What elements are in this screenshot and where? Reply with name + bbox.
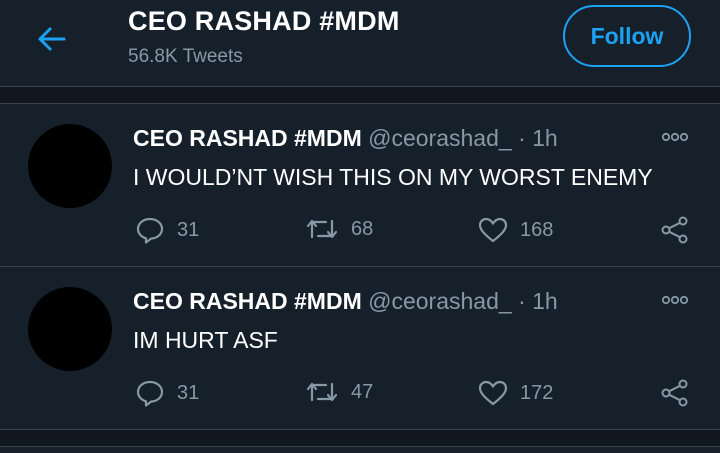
heart-icon bbox=[478, 380, 508, 406]
follow-button[interactable]: Follow bbox=[563, 5, 691, 67]
share-icon bbox=[661, 216, 688, 244]
retweet-button[interactable]: 47 bbox=[305, 379, 373, 405]
like-button[interactable]: 168 bbox=[478, 216, 553, 244]
retweet-icon bbox=[306, 382, 338, 402]
avatar[interactable] bbox=[28, 287, 112, 371]
author-handle[interactable]: @ceorashad_ bbox=[368, 125, 512, 151]
reply-count: 31 bbox=[177, 381, 200, 404]
share-icon bbox=[661, 379, 688, 407]
tweet-count: 56.8K Tweets bbox=[128, 46, 243, 67]
retweet-button[interactable]: 68 bbox=[305, 216, 373, 242]
more-options-icon[interactable] bbox=[660, 293, 690, 307]
retweet-count: 68 bbox=[351, 217, 374, 240]
reply-button[interactable]: 31 bbox=[135, 216, 199, 244]
heart-icon bbox=[478, 217, 508, 243]
profile-name-title: CEO RASHAD #MDM bbox=[128, 6, 400, 36]
author-name[interactable]: CEO RASHAD #MDM bbox=[133, 125, 362, 151]
tweet-meta: CEO RASHAD #MDM @ceorashad_ · 1h bbox=[133, 125, 558, 152]
divider-band bbox=[0, 86, 720, 104]
more-options-icon[interactable] bbox=[660, 130, 690, 144]
like-count: 168 bbox=[520, 218, 554, 241]
author-name[interactable]: CEO RASHAD #MDM bbox=[133, 288, 362, 314]
reply-count: 31 bbox=[177, 218, 200, 241]
reply-icon bbox=[136, 217, 164, 244]
divider-band bbox=[0, 429, 720, 447]
reply-icon bbox=[136, 380, 164, 407]
tweet-text: I WOULD’NT WISH THIS ON MY WORST ENEMY bbox=[133, 164, 653, 190]
share-button[interactable] bbox=[660, 216, 690, 244]
tweet-time: · 1h bbox=[511, 125, 558, 151]
avatar[interactable] bbox=[28, 124, 112, 208]
share-button[interactable] bbox=[660, 379, 690, 407]
like-button[interactable]: 172 bbox=[478, 379, 553, 407]
reply-button[interactable]: 31 bbox=[135, 379, 199, 407]
like-count: 172 bbox=[520, 381, 554, 404]
tweet-time: · 1h bbox=[511, 288, 558, 314]
back-arrow-icon[interactable] bbox=[36, 24, 68, 54]
profile-header: CEO RASHAD #MDM 56.8K Tweets Follow bbox=[0, 0, 720, 84]
tweet[interactable]: CEO RASHAD #MDM @ceorashad_ · 1h I WOULD… bbox=[0, 104, 720, 267]
tweet[interactable]: CEO RASHAD #MDM @ceorashad_ · 1h IM HURT… bbox=[0, 267, 720, 428]
tweet-text: IM HURT ASF bbox=[133, 327, 278, 353]
retweet-icon bbox=[306, 219, 338, 239]
tweet-meta: CEO RASHAD #MDM @ceorashad_ · 1h bbox=[133, 288, 558, 315]
author-handle[interactable]: @ceorashad_ bbox=[368, 288, 512, 314]
retweet-count: 47 bbox=[351, 380, 374, 403]
